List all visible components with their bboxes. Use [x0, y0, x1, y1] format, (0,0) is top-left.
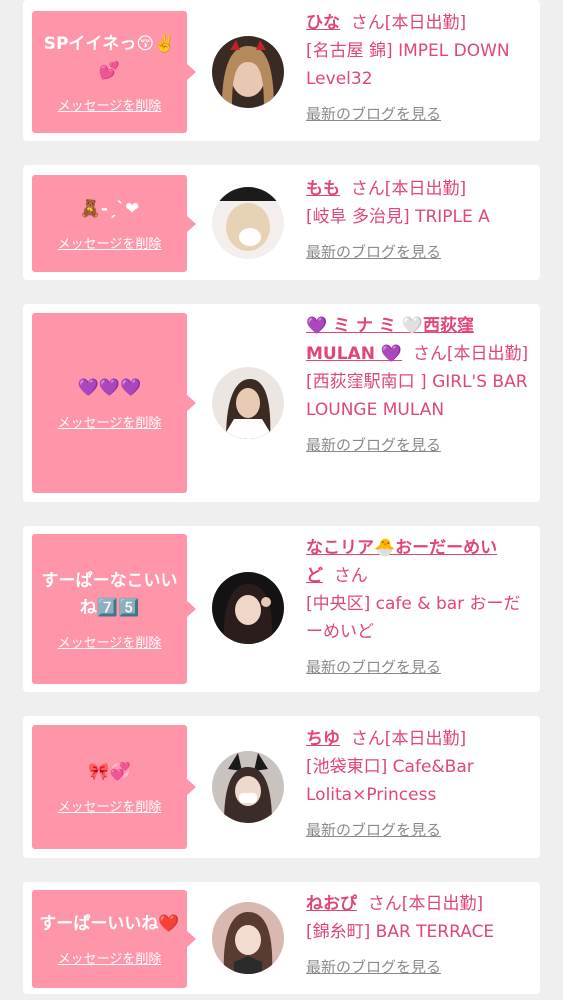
cast-status: さん[本日出勤]: [412, 344, 529, 364]
cast-name-link[interactable]: ちゆ: [306, 729, 340, 749]
message-bubble: 🎀💞 メッセージを削除: [32, 725, 196, 849]
shop-name: [名古屋 錦] IMPEL DOWN Level32: [306, 41, 510, 89]
latest-blog-link[interactable]: 最新のブログを見る: [306, 103, 441, 124]
cast-info: ひな さん[本日出勤] [名古屋 錦] IMPEL DOWN Level32 最…: [306, 9, 534, 124]
message-text: 🎀💞: [88, 762, 131, 782]
avatar[interactable]: [212, 367, 284, 439]
cast-status: さん[本日出勤]: [350, 729, 467, 749]
message-bubble: すーぱーいいね❤️ メッセージを削除: [32, 890, 196, 988]
shop-name: [中央区] cafe & bar おーだーめいど: [306, 594, 521, 642]
avatar[interactable]: [212, 187, 284, 259]
cast-info: 💜 ミ ナ ミ 🤍西荻窪 MULAN 💜 さん[本日出勤] [西荻窪駅南口 ] …: [306, 312, 534, 455]
latest-blog-link[interactable]: 最新のブログを見る: [306, 241, 441, 262]
message-text: 💜💜💜: [77, 378, 142, 398]
avatar[interactable]: [212, 572, 284, 644]
delete-message-link[interactable]: メッセージを削除: [58, 796, 162, 815]
message-text: SPイイネっ😚✌️💕: [43, 33, 176, 81]
cast-name-link[interactable]: ひな: [306, 13, 340, 33]
delete-message-link[interactable]: メッセージを削除: [58, 412, 162, 431]
avatar[interactable]: [212, 902, 284, 974]
cast-status: さん: [333, 566, 368, 586]
shop-name: [錦糸町] BAR TERRACE: [306, 922, 495, 942]
delete-message-link[interactable]: メッセージを削除: [58, 948, 162, 967]
latest-blog-link[interactable]: 最新のブログを見る: [306, 656, 441, 677]
message-bubble: 💜💜💜 メッセージを削除: [32, 313, 196, 493]
list-item: 🧸-ˏˋ❤ メッセージを削除 もも さん[本日出勤] [岐阜 多治見] TRIP…: [23, 165, 540, 280]
message-bubble: SPイイネっ😚✌️💕 メッセージを削除: [32, 11, 196, 133]
message-list: SPイイネっ😚✌️💕 メッセージを削除 ひな さん[本日出勤] [名古屋 錦] …: [0, 0, 563, 1000]
shop-name: [西荻窪駅南口 ] GIRL'S BAR LOUNGE MULAN: [306, 372, 528, 420]
cast-name-link[interactable]: ねおぴ: [306, 894, 357, 914]
list-item: すーぱーなこいいね7️⃣5️⃣ メッセージを削除 なこリア🐣おーだーめいど さん…: [23, 526, 540, 692]
cast-status: さん[本日出勤]: [350, 13, 467, 33]
message-text: すーぱーなこいいね7️⃣5️⃣: [41, 570, 178, 618]
cast-status: さん[本日出勤]: [350, 179, 467, 199]
message-bubble: すーぱーなこいいね7️⃣5️⃣ メッセージを削除: [32, 534, 196, 684]
message-text: すーぱーいいね❤️: [39, 914, 180, 934]
shop-name: [池袋東口] Cafe&Bar Lolita×Princess: [306, 757, 474, 805]
list-item: すーぱーいいね❤️ メッセージを削除 ねおぴ さん[本日出勤] [錦糸町] BA…: [23, 882, 540, 994]
latest-blog-link[interactable]: 最新のブログを見る: [306, 434, 441, 455]
cast-info: ちゆ さん[本日出勤] [池袋東口] Cafe&Bar Lolita×Princ…: [306, 725, 534, 840]
delete-message-link[interactable]: メッセージを削除: [58, 632, 162, 651]
delete-message-link[interactable]: メッセージを削除: [58, 233, 162, 252]
cast-status: さん[本日出勤]: [367, 894, 484, 914]
cast-info: もも さん[本日出勤] [岐阜 多治見] TRIPLE A 最新のブログを見る: [306, 175, 534, 262]
cast-info: ねおぴ さん[本日出勤] [錦糸町] BAR TERRACE 最新のブログを見る: [306, 890, 534, 977]
cast-name-link[interactable]: もも: [306, 179, 340, 199]
cast-info: なこリア🐣おーだーめいど さん [中央区] cafe & bar おーだーめいど…: [306, 534, 534, 677]
message-text: 🧸-ˏˋ❤: [79, 198, 140, 219]
latest-blog-link[interactable]: 最新のブログを見る: [306, 956, 441, 977]
avatar[interactable]: [212, 36, 284, 108]
latest-blog-link[interactable]: 最新のブログを見る: [306, 819, 441, 840]
avatar[interactable]: [212, 751, 284, 823]
list-item: 💜💜💜 メッセージを削除 💜 ミ ナ ミ 🤍西荻窪 MULAN 💜 さん[本日出…: [23, 304, 540, 502]
message-bubble: 🧸-ˏˋ❤ メッセージを削除: [32, 175, 196, 272]
delete-message-link[interactable]: メッセージを削除: [58, 95, 162, 114]
list-item: 🎀💞 メッセージを削除 ちゆ さん[本日出勤] [池袋東口] Cafe&Bar …: [23, 716, 540, 858]
list-item: SPイイネっ😚✌️💕 メッセージを削除 ひな さん[本日出勤] [名古屋 錦] …: [23, 0, 540, 141]
shop-name: [岐阜 多治見] TRIPLE A: [306, 207, 490, 227]
